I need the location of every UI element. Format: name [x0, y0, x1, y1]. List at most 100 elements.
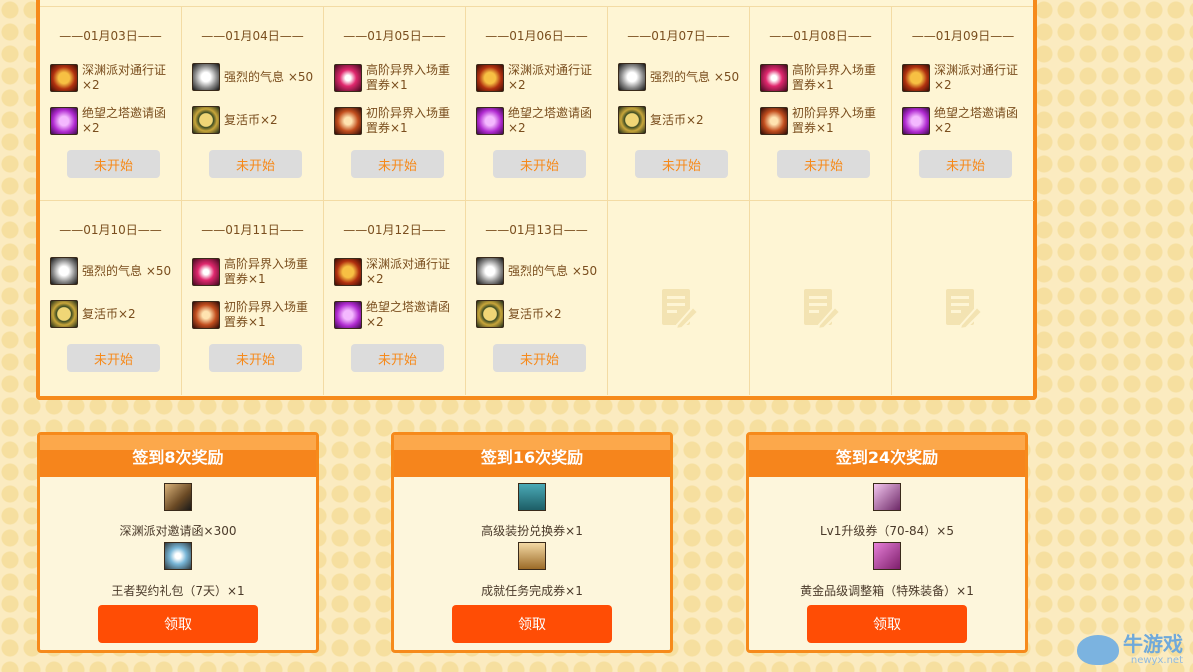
tower-invite-icon	[476, 107, 504, 135]
not-started-button[interactable]: 未开始	[209, 150, 302, 178]
day-reward-text: 高阶异界入场重置券×1	[366, 63, 451, 92]
not-started-button[interactable]: 未开始	[493, 344, 586, 372]
strong-qi-icon	[476, 257, 504, 285]
day-reward-text: 绝望之塔邀请函×2	[934, 106, 1019, 135]
day-reward: 强烈的气息 ×50	[50, 257, 176, 285]
day-reward-text: 绝望之塔邀请函×2	[508, 106, 593, 135]
day-reward-text: 深渊派对通行证×2	[82, 63, 167, 92]
not-started-button[interactable]: 未开始	[635, 150, 728, 178]
day-date: ——01月09日——	[911, 29, 1015, 43]
day-reward-text: 初阶异界入场重置券×1	[224, 300, 309, 329]
day-date: ——01月13日——	[485, 223, 588, 237]
day-cell: ——01月03日—— 深渊派对通行证×2 绝望之塔邀请函×2 未开始	[40, 7, 182, 201]
reward-box-title: 签到16次奖励	[394, 435, 670, 477]
day-cell: ——01月06日—— 深渊派对通行证×2 绝望之塔邀请函×2 未开始	[466, 7, 608, 201]
high-ticket-icon	[334, 64, 362, 92]
day-reward: 绝望之塔邀请函×2	[902, 106, 1028, 136]
tower-invite-icon	[50, 107, 78, 135]
reward-box: 签到16次奖励高级装扮兑换券×1 成就任务完成券×1 领取	[391, 432, 673, 653]
day-reward-text: 深渊派对通行证×2	[934, 63, 1019, 92]
day-date: ——01月07日——	[627, 29, 730, 43]
day-reward: 强烈的气息 ×50	[618, 63, 744, 91]
not-started-button[interactable]: 未开始	[351, 150, 444, 178]
low-ticket-icon	[334, 107, 362, 135]
day-reward-text: 深渊派对通行证×2	[366, 257, 451, 286]
watermark-cn: 牛游戏	[1123, 632, 1183, 656]
reward-box: 签到24次奖励 Lv1升级券（70-84）×5 黄金品级调整箱（特殊装备）×1 领取	[746, 432, 1028, 653]
day-reward-text: 高阶异界入场重置券×1	[792, 63, 877, 92]
day-reward-text: 绝望之塔邀请函×2	[82, 106, 167, 135]
low-ticket-icon	[760, 107, 788, 135]
not-started-button[interactable]: 未开始	[351, 344, 444, 372]
strong-qi-icon	[618, 63, 646, 91]
day-reward-text: 初阶异界入场重置券×1	[366, 106, 451, 135]
day-cell: ——01月05日—— 高阶异界入场重置券×1 初阶异界入场重置券×1 未开始	[324, 7, 466, 201]
abyss-invite-icon	[164, 483, 192, 511]
abyss-pass-icon	[50, 64, 78, 92]
day-reward: 深渊派对通行证×2	[50, 63, 176, 93]
day-date: ——01月04日——	[201, 29, 304, 43]
sign-in-calendar: ——01月03日—— 深渊派对通行证×2 绝望之塔邀请函×2 未开始 ——01月04日—…	[36, 0, 1037, 400]
day-reward-text: 复活币×2	[224, 112, 278, 127]
day-reward: 复活币×2	[50, 300, 176, 328]
claim-button[interactable]: 领取	[452, 605, 612, 643]
high-ticket-icon	[192, 258, 220, 286]
reward-box-item-text: 王者契约礼包（7天）×1	[111, 584, 245, 598]
achievement-ticket-icon	[518, 542, 546, 570]
claim-button[interactable]: 领取	[807, 605, 967, 643]
not-started-button[interactable]: 未开始	[67, 344, 160, 372]
day-date: ——01月05日——	[343, 29, 446, 43]
claim-button[interactable]: 领取	[98, 605, 258, 643]
reward-box-item-text: 深渊派对邀请函×300	[119, 524, 237, 538]
day-reward-text: 初阶异界入场重置券×1	[792, 106, 877, 135]
day-reward: 高阶异界入场重置券×1	[192, 257, 318, 287]
day-reward: 高阶异界入场重置券×1	[760, 63, 886, 93]
day-cell: ——01月09日—— 深渊派对通行证×2 绝望之塔邀请函×2 未开始	[892, 7, 1034, 201]
day-cell: ——01月08日—— 高阶异界入场重置券×1 初阶异界入场重置券×1 未开始	[750, 7, 892, 201]
lv1-ticket-icon	[873, 483, 901, 511]
day-reward: 绝望之塔邀请函×2	[334, 300, 460, 330]
reward-box: 签到8次奖励 深渊派对邀请函×300 王者契约礼包（7天）×1 领取	[37, 432, 319, 653]
strong-qi-icon	[192, 63, 220, 91]
day-reward-text: 高阶异界入场重置券×1	[224, 257, 309, 286]
reward-box-item-text: Lv1升级券（70-84）×5	[820, 524, 954, 538]
reward-box-title: 签到24次奖励	[749, 435, 1025, 477]
day-reward-text: 深渊派对通行证×2	[508, 63, 593, 92]
revive-coin-icon	[192, 106, 220, 134]
day-reward: 深渊派对通行证×2	[476, 63, 602, 93]
day-cell: ——01月11日—— 高阶异界入场重置券×1 初阶异界入场重置券×1 未开始	[182, 201, 324, 395]
empty-day-cell	[750, 201, 892, 395]
day-reward: 复活币×2	[192, 106, 318, 134]
day-reward: 深渊派对通行证×2	[334, 257, 460, 287]
day-reward: 绝望之塔邀请函×2	[50, 106, 176, 136]
day-reward-text: 强烈的气息 ×50	[650, 69, 740, 84]
day-cell: ——01月12日—— 深渊派对通行证×2 绝望之塔邀请函×2 未开始	[324, 201, 466, 395]
not-started-button[interactable]: 未开始	[493, 150, 586, 178]
not-started-button[interactable]: 未开始	[919, 150, 1012, 178]
strong-qi-icon	[50, 257, 78, 285]
day-date: ——01月11日——	[201, 223, 304, 237]
abyss-pass-icon	[334, 258, 362, 286]
reward-box-item-text: 成就任务完成券×1	[481, 584, 583, 598]
day-cell: ——01月07日—— 强烈的气息 ×50 复活币×2 未开始	[608, 7, 750, 201]
gold-box-icon	[873, 542, 901, 570]
not-started-button[interactable]: 未开始	[67, 150, 160, 178]
day-reward: 复活币×2	[618, 106, 744, 134]
calendar-grid: ——01月03日—— 深渊派对通行证×2 绝望之塔邀请函×2 未开始 ——01月04日—…	[40, 6, 1034, 395]
abyss-pass-icon	[476, 64, 504, 92]
day-reward: 深渊派对通行证×2	[902, 63, 1028, 93]
empty-note-icon	[946, 289, 983, 329]
day-reward: 绝望之塔邀请函×2	[476, 106, 602, 136]
not-started-button[interactable]: 未开始	[777, 150, 870, 178]
newyx-logo-icon	[1077, 634, 1119, 665]
day-reward: 强烈的气息 ×50	[192, 63, 318, 91]
not-started-button[interactable]: 未开始	[209, 344, 302, 372]
revive-coin-icon	[476, 300, 504, 328]
day-reward: 初阶异界入场重置券×1	[334, 106, 460, 136]
day-reward: 复活币×2	[476, 300, 602, 328]
day-date: ——01月12日——	[343, 223, 446, 237]
day-cell: ——01月13日—— 强烈的气息 ×50 复活币×2 未开始	[466, 201, 608, 395]
newyx-watermark: 牛游戏 newyx.net	[1077, 633, 1183, 666]
high-ticket-icon	[760, 64, 788, 92]
reward-box-item-text: 高级装扮兑换券×1	[481, 524, 583, 538]
